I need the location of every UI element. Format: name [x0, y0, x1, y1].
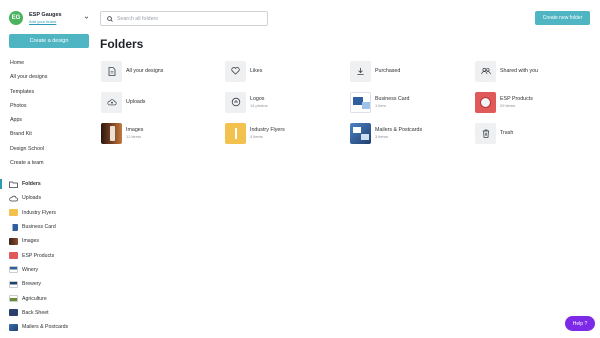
cloud-upload-icon — [101, 91, 122, 113]
folder-name: Uploads — [126, 99, 146, 105]
sidebar-item-create-team[interactable]: Create a team — [10, 156, 47, 170]
sidebar-item-brewery[interactable]: Brewery — [0, 277, 96, 291]
folder-count: 4 items — [250, 134, 263, 139]
folder-count: 14 photos — [250, 103, 268, 108]
folder-thumbnail — [9, 295, 18, 303]
folder-name: Business Card — [375, 96, 410, 102]
sidebar-item-templates[interactable]: Templates — [10, 85, 47, 99]
account-sub-link[interactable]: Add your brand — [29, 19, 62, 24]
sidebar-item-label: Agriculture — [22, 295, 47, 302]
people-icon — [475, 60, 496, 82]
folder-name: Trash — [500, 130, 514, 136]
folder-tile-images[interactable]: Images 12 items — [101, 122, 211, 144]
folder-name: Likes — [250, 68, 263, 74]
folder-thumbnail — [9, 237, 18, 245]
folder-name: Logos — [250, 96, 265, 102]
trash-icon — [475, 122, 496, 144]
folder-icon — [9, 181, 18, 188]
folder-tile-likes[interactable]: Likes — [225, 60, 335, 82]
sidebar-item-agriculture[interactable]: Agriculture — [0, 291, 96, 305]
folder-tile-logos[interactable]: Logos 14 photos — [225, 91, 335, 113]
sidebar-item-design-school[interactable]: Design School — [10, 142, 47, 156]
search-icon — [107, 15, 113, 22]
folder-thumbnail — [9, 223, 18, 231]
sidebar-item-label: Industry Flyers — [22, 209, 57, 216]
folder-tile-trash[interactable]: Trash — [475, 122, 585, 144]
sidebar-item-apps[interactable]: Apps — [10, 113, 47, 127]
sidebar-nav: Home All your designs Templates Photos A… — [10, 56, 47, 170]
esp-products-thumb — [475, 91, 496, 113]
chevron-down-icon[interactable] — [84, 15, 89, 20]
images-thumb — [101, 122, 122, 144]
sidebar-item-label: Uploads — [22, 195, 42, 202]
folder-name: Purchased — [375, 68, 401, 74]
cloud-icon — [9, 195, 18, 202]
folder-count: 29 items — [500, 103, 516, 108]
sidebar-item-images[interactable]: Images — [0, 234, 96, 248]
folder-thumbnail — [9, 209, 18, 217]
folder-thumbnail — [9, 323, 18, 331]
folder-tile-mailers-postcards[interactable]: Mailers & Postcards 3 items — [350, 122, 460, 144]
folder-name: Shared with you — [500, 68, 538, 74]
folder-tile-uploads[interactable]: Uploads — [101, 91, 211, 113]
folder-count: 3 items — [375, 134, 388, 139]
sidebar-item-esp-products[interactable]: ESP Products — [0, 248, 96, 262]
sidebar: EG ESP Gauges Add your brand Create a de… — [0, 0, 96, 338]
folder-name: ESP Products — [500, 96, 533, 102]
account-name: ESP Gauges — [29, 12, 62, 18]
sidebar-item-brand-kit[interactable]: Brand Kit — [10, 127, 47, 141]
sidebar-item-uploads[interactable]: Uploads — [0, 191, 96, 205]
folder-count: 12 items — [126, 134, 142, 139]
folder-tile-industry-flyers[interactable]: Industry Flyers 4 items — [225, 122, 335, 144]
folder-tile-esp-products[interactable]: ESP Products 29 items — [475, 91, 585, 113]
business-card-thumb — [350, 91, 371, 113]
create-new-folder-button[interactable]: Create new folder — [535, 11, 590, 25]
sidebar-item-photos[interactable]: Photos — [10, 99, 47, 113]
sidebar-item-label: Images — [22, 238, 40, 245]
sidebar-item-label: Brewery — [22, 281, 42, 288]
help-button[interactable]: Help ? — [565, 316, 595, 331]
document-icon — [101, 60, 122, 82]
sidebar-item-industry-flyers[interactable]: Industry Flyers — [0, 206, 96, 220]
sidebar-item-label: Folders — [22, 181, 41, 188]
sidebar-folder-list: Folders Uploads Industry Flyers Business… — [0, 177, 96, 334]
sidebar-item-mailers-postcards[interactable]: Mailers & Postcards — [0, 320, 96, 334]
sidebar-item-folders[interactable]: Folders — [0, 177, 96, 191]
folder-tile-shared[interactable]: Shared with you — [475, 60, 585, 82]
sidebar-item-label: Winery — [22, 266, 39, 273]
sidebar-item-winery[interactable]: Winery — [0, 263, 96, 277]
sidebar-item-label: ESP Products — [22, 252, 55, 259]
account-switcher[interactable]: EG ESP Gauges Add your brand — [9, 11, 62, 25]
folder-count: 1 item — [375, 103, 386, 108]
folder-thumbnail — [9, 280, 18, 288]
sidebar-item-all-designs[interactable]: All your designs — [10, 70, 47, 84]
sidebar-item-home[interactable]: Home — [10, 56, 47, 70]
folder-tile-business-card[interactable]: Business Card 1 item — [350, 91, 460, 113]
folder-name: Mailers & Postcards — [375, 127, 423, 133]
page-title: Folders — [100, 37, 144, 51]
folder-thumbnail — [9, 309, 18, 317]
folder-tile-purchased[interactable]: Purchased — [350, 60, 460, 82]
download-icon — [350, 60, 371, 82]
sidebar-item-label: Business Card — [22, 224, 56, 231]
sidebar-item-business-card[interactable]: Business Card — [0, 220, 96, 234]
active-indicator — [0, 179, 2, 189]
industry-flyers-thumb — [225, 122, 246, 144]
folder-tile-all-designs[interactable]: All your designs — [101, 60, 211, 82]
sidebar-item-back-sheet[interactable]: Back Sheet — [0, 306, 96, 320]
folder-name: Images — [126, 127, 144, 133]
mailers-thumb — [350, 122, 371, 144]
folder-name: All your designs — [126, 68, 164, 74]
sidebar-item-label: Mailers & Postcards — [22, 324, 69, 331]
avatar: EG — [9, 11, 23, 25]
create-design-button[interactable]: Create a design — [9, 34, 89, 48]
sidebar-item-label: Back Sheet — [22, 309, 49, 316]
folder-thumbnail — [9, 266, 18, 274]
logo-thumb-icon — [225, 91, 246, 113]
folder-name: Industry Flyers — [250, 127, 285, 133]
search-placeholder: Search all folders — [117, 15, 158, 22]
search-input[interactable]: Search all folders — [100, 11, 268, 26]
heart-icon — [225, 60, 246, 82]
folder-thumbnail — [9, 252, 18, 260]
